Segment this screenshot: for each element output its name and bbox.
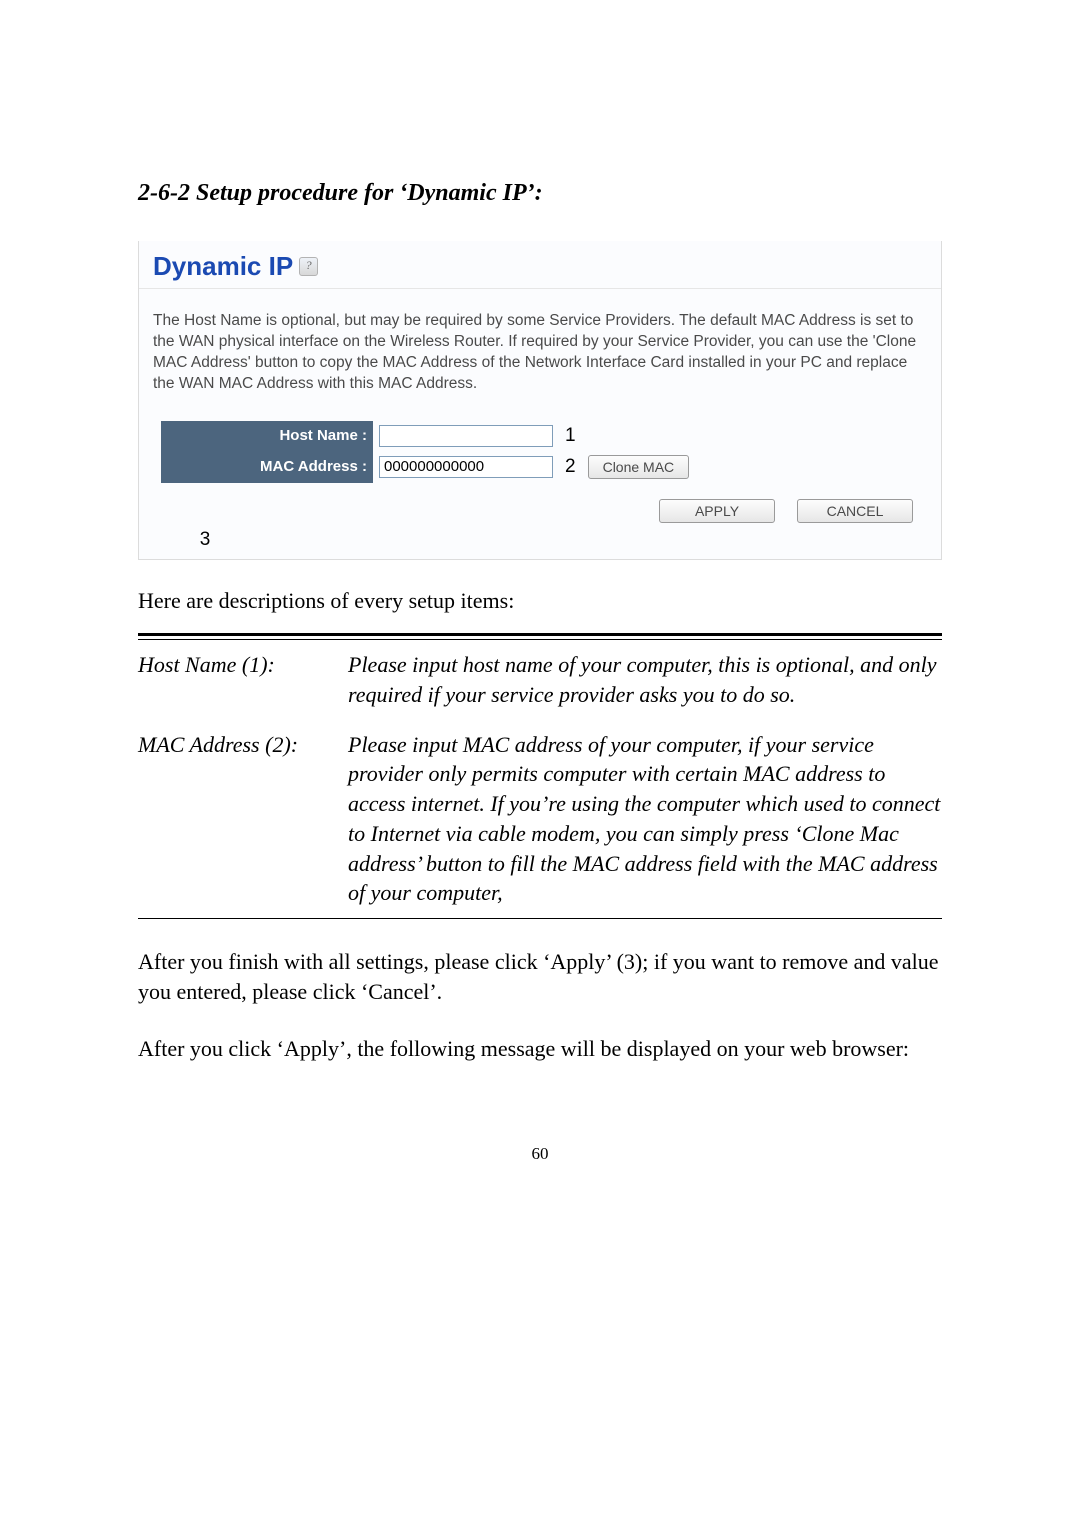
dynamic-ip-panel: Dynamic IP ? The Host Name is optional, … (138, 241, 942, 560)
desc-row2-label: MAC Address (2): (138, 720, 348, 919)
panel-title: Dynamic IP (153, 251, 293, 282)
paragraph-2: After you click ‘Apply’, the following m… (138, 1034, 942, 1064)
description-table: Host Name (1): Please input host name of… (138, 633, 942, 919)
apply-button[interactable]: APPLY (659, 499, 775, 523)
action-button-row: APPLY CANCEL (139, 483, 941, 529)
settings-form: Host Name : 1 MAC Address : 2 Clone MAC (161, 421, 695, 483)
help-icon[interactable]: ? (299, 257, 318, 276)
marker-1: 1 (559, 421, 582, 451)
panel-description: The Host Name is optional, but may be re… (139, 289, 941, 413)
desc-row2-text: Please input MAC address of your compute… (348, 720, 942, 919)
host-name-input[interactable] (379, 425, 553, 447)
intro-line: Here are descriptions of every setup ite… (138, 586, 942, 616)
marker-2: 2 (559, 451, 582, 483)
page-number: 60 (138, 1144, 942, 1164)
mac-address-input[interactable] (379, 456, 553, 478)
marker-3: 3 (139, 529, 271, 559)
paragraph-1: After you finish with all settings, plea… (138, 947, 942, 1006)
mac-address-label: MAC Address : (161, 451, 373, 483)
desc-row1-label: Host Name (1): (138, 640, 348, 720)
host-name-label: Host Name : (161, 421, 373, 451)
section-heading: 2-6-2 Setup procedure for ‘Dynamic IP’: (138, 180, 942, 207)
clone-mac-button[interactable]: Clone MAC (588, 455, 690, 479)
desc-row1-text: Please input host name of your computer,… (348, 640, 942, 720)
panel-header: Dynamic IP ? (139, 241, 941, 289)
cancel-button[interactable]: CANCEL (797, 499, 913, 523)
